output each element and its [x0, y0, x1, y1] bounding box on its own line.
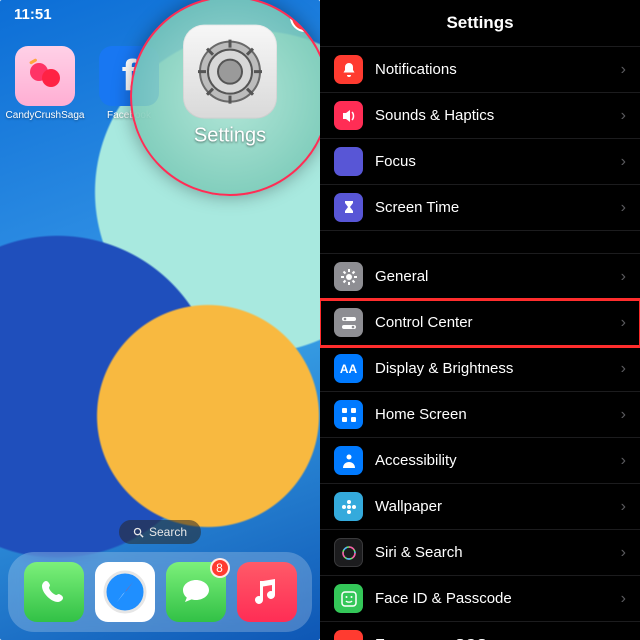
settings-row-accessibility[interactable]: Accessibility ›: [320, 438, 640, 484]
chevron-right-icon: ›: [621, 590, 626, 608]
chevron-right-icon: ›: [621, 199, 626, 217]
flower-icon: [334, 492, 363, 521]
row-label: Sounds & Haptics: [375, 107, 609, 124]
settings-list[interactable]: Notifications›Sounds & Haptics›Focus›Scr…: [320, 46, 640, 640]
settings-row-face-id-passcode[interactable]: Face ID & Passcode ›: [320, 576, 640, 622]
chevron-right-icon: ›: [621, 314, 626, 332]
settings-label: Settings: [183, 125, 277, 148]
candycrush-icon: [15, 46, 75, 106]
chevron-right-icon: ›: [621, 360, 626, 378]
messages-badge: 8: [210, 558, 230, 578]
settings-row-focus[interactable]: Focus ›: [320, 139, 640, 185]
dock-safari[interactable]: [95, 562, 155, 622]
chevron-right-icon: ›: [621, 406, 626, 424]
chevron-right-icon: ›: [621, 153, 626, 171]
dock-phone[interactable]: [24, 562, 84, 622]
grid-icon: [334, 400, 363, 429]
settings-row-wallpaper[interactable]: Wallpaper ›: [320, 484, 640, 530]
settings-row-screen-time[interactable]: Screen Time ›: [320, 185, 640, 231]
phone-icon: [38, 576, 70, 608]
search-icon: [133, 527, 144, 538]
spotlight-search[interactable]: Search: [119, 520, 201, 544]
safari-icon: [101, 568, 149, 616]
status-time: 11:51: [14, 6, 52, 23]
settings-row-general[interactable]: General ›: [320, 253, 640, 300]
settings-row-siri-search[interactable]: Siri & Search ›: [320, 530, 640, 576]
row-label: Emergency SOS: [375, 636, 609, 640]
row-label: Focus: [375, 153, 609, 170]
settings-row-sounds-haptics[interactable]: Sounds & Haptics ›: [320, 93, 640, 139]
settings-icon[interactable]: [183, 25, 277, 119]
row-label: Wallpaper: [375, 498, 609, 515]
row-label: General: [375, 268, 609, 285]
chevron-right-icon: ›: [621, 452, 626, 470]
settings-row-notifications[interactable]: Notifications ›: [320, 46, 640, 93]
settings-badge: 3: [290, 2, 320, 32]
dock-messages[interactable]: 8: [166, 562, 226, 622]
row-label: Display & Brightness: [375, 360, 609, 377]
settings-row-control-center[interactable]: Control Center ›: [320, 300, 640, 346]
app-candycrush[interactable]: CandyCrushSaga: [14, 46, 76, 121]
settings-row-display-brightness[interactable]: AA Display & Brightness ›: [320, 346, 640, 392]
switches-icon: [334, 308, 363, 337]
row-label: Control Center: [375, 314, 609, 331]
AA-icon: AA: [334, 354, 363, 383]
row-label: Accessibility: [375, 452, 609, 469]
search-label: Search: [149, 525, 187, 539]
chevron-right-icon: ›: [621, 544, 626, 562]
music-icon: [252, 577, 282, 607]
dock: 8: [8, 552, 312, 632]
settings-row-emergency-sos[interactable]: SOS Emergency SOS ›: [320, 622, 640, 640]
face-icon: [334, 584, 363, 613]
page-title: Settings: [320, 0, 640, 46]
home-screen: 11:51 CandyCrushSaga f Facebook F 3: [0, 0, 320, 640]
settings-screen: Settings Notifications › Sounds & Haptics ›…: [320, 0, 640, 640]
settings-callout: 3 Settings: [130, 0, 320, 196]
settings-group: General › Control Center › AA Display & Brigh…: [320, 253, 640, 640]
row-label: Home Screen: [375, 406, 609, 423]
hourglass-icon: [334, 193, 363, 222]
SOS-icon: SOS: [334, 630, 363, 640]
app-label: CandyCrushSaga: [6, 110, 85, 121]
row-label: Siri & Search: [375, 544, 609, 561]
chevron-right-icon: ›: [621, 498, 626, 516]
gear-icon: [334, 262, 363, 291]
speaker-icon: [334, 101, 363, 130]
chevron-right-icon: ›: [621, 268, 626, 286]
bell-icon: [334, 55, 363, 84]
chevron-right-icon: ›: [621, 636, 626, 640]
messages-icon: [179, 575, 213, 609]
dock-music[interactable]: [237, 562, 297, 622]
chevron-right-icon: ›: [621, 61, 626, 79]
moon-icon: [334, 147, 363, 176]
settings-row-home-screen[interactable]: Home Screen ›: [320, 392, 640, 438]
row-label: Face ID & Passcode: [375, 590, 609, 607]
row-label: Screen Time: [375, 199, 609, 216]
siri-icon: [334, 538, 363, 567]
chevron-right-icon: ›: [621, 107, 626, 125]
settings-group: Notifications›Sounds & Haptics›Focus›Scr…: [320, 46, 640, 231]
person-icon: [334, 446, 363, 475]
row-label: Notifications: [375, 61, 609, 78]
